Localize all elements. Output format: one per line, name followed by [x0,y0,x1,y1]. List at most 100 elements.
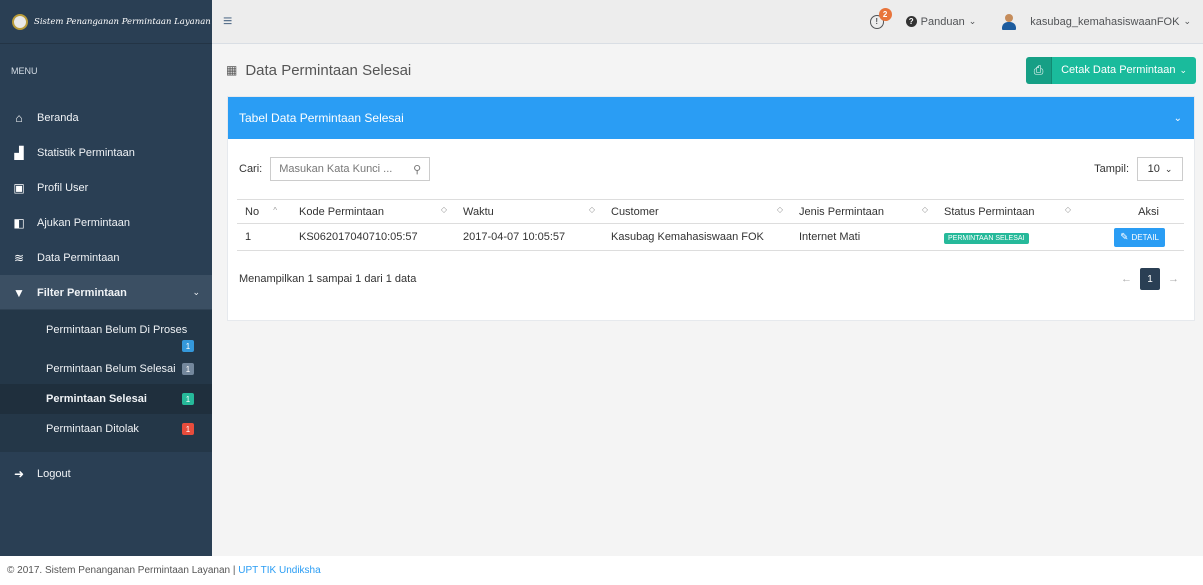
submenu-item-ditolak[interactable]: Permintaan Ditolak 1 [0,414,212,444]
filter-icon: ▼ [13,285,25,300]
page-button[interactable]: 1 [1140,268,1160,290]
page-size-control: Tampil: 10 ⌄ [1094,157,1183,181]
search-input[interactable]: Masukan Kata Kunci ... ⚲ [270,157,431,181]
submenu-item-belum-diproses[interactable]: Permintaan Belum Di Proses 1 [0,318,212,354]
submenu-item-label: Permintaan Belum Selesai [46,363,176,375]
footer-text: © 2017. Sistem Penanganan Permintaan Lay… [7,565,239,576]
cell-no: 1 [237,223,291,251]
logout-label: Logout [37,467,71,480]
detail-button[interactable]: ✎ DETAIL [1114,227,1165,247]
sidebar-item-label: Beranda [37,111,79,124]
column-header-jenis[interactable]: Jenis Permintaan ◇ [791,199,936,224]
table-icon: ▦ [226,63,238,77]
submenu-item-label: Permintaan Selesai [46,393,147,405]
user-menu[interactable]: kasubag_kemahasiswaanFOK ⌄ [1002,13,1191,30]
notification-badge: 2 [878,7,892,21]
page-title: Data Permintaan Selesai [245,61,412,79]
collapse-icon[interactable]: ⌄ [1174,113,1182,124]
chevron-down-icon: ⌄ [192,287,200,297]
cell-customer: Kasubag Kemahasiswaan FOK [603,223,791,251]
table-footer: Menampilkan 1 sampai 1 dari 1 data ← 1 → [228,251,1194,307]
edit-icon: ✎ [1120,231,1129,243]
chevron-down-icon: ⌄ [1179,64,1187,75]
next-page-icon[interactable]: → [1168,273,1179,285]
cell-waktu: 2017-04-07 10:05:57 [455,223,603,251]
page-size-select[interactable]: 10 ⌄ [1137,157,1183,181]
top-right-group: ! 2 ? Panduan ⌄ kasubag_kemahasiswaanFOK… [869,7,1191,30]
notification-symbol: ! [875,17,878,26]
table-info: Menampilkan 1 sampai 1 dari 1 data [239,273,417,285]
column-header-kode[interactable]: Kode Permintaan ◇ [291,199,455,224]
submenu-item-selesai[interactable]: Permintaan Selesai 1 [0,384,212,414]
prev-page-icon[interactable]: ← [1121,273,1132,285]
menu-toggle-icon[interactable]: ≡ [223,13,232,31]
brand[interactable]: Sistem Penanganan Permintaan Layanan [0,0,212,44]
footer-link[interactable]: UPT TIK Undiksha [238,565,320,576]
top-navbar: ≡ ! 2 ? Panduan ⌄ kasubag_kemahasiswaanF… [212,0,1203,44]
column-header-waktu[interactable]: Waktu ◇ [455,199,603,224]
table-row: 1 KS062017040710:05:57 2017-04-07 10:05:… [237,223,1184,251]
sidebar-item-data[interactable]: ≋ Data Permintaan [0,240,212,275]
count-badge: 1 [182,340,194,352]
bar-chart-icon: ▟ [14,145,24,160]
logout-link[interactable]: ➜ Logout [0,456,212,491]
count-badge: 1 [182,423,194,435]
sidebar: Sistem Penanganan Permintaan Layanan MEN… [0,0,212,556]
sidebar-item-label: Data Permintaan [37,251,120,264]
sidebar-item-statistik[interactable]: ▟ Statistik Permintaan [0,135,212,170]
user-avatar-icon [1002,13,1017,30]
chevron-down-icon: ⌄ [1164,163,1173,174]
print-icon[interactable]: ⎙ [1026,56,1053,84]
home-icon: ⌂ [15,110,23,125]
chevron-down-icon: ⌄ [1183,16,1191,26]
profile-icon: ▣ [13,180,25,195]
column-header-aksi: Aksi [1079,199,1184,224]
question-icon: ? [905,16,917,27]
logo-icon [12,13,28,30]
submenu-item-label: Permintaan Ditolak [46,423,139,435]
logout-icon: ➜ [13,466,25,481]
print-button-group: ⎙ Cetak Data Permintaan ⌄ [1026,56,1196,84]
sidebar-item-label: Filter Permintaan [37,286,127,299]
status-badge: PERMINTAAN SELESAI [944,233,1029,244]
request-icon: ◧ [13,215,25,230]
detail-label: DETAIL [1131,232,1159,242]
table-controls: Cari: Masukan Kata Kunci ... ⚲ Tampil: 1… [228,139,1194,199]
help-menu[interactable]: ? Panduan ⌄ [905,15,977,28]
sidebar-item-label: Profil User [37,181,89,194]
column-header-no[interactable]: No ^ [237,199,291,224]
menu-heading: MENU [11,66,38,76]
data-panel: Tabel Data Permintaan Selesai ⌄ Cari: Ma… [227,96,1195,321]
cell-aksi: ✎ DETAIL [1079,223,1184,251]
brand-title: Sistem Penanganan Permintaan Layanan [34,16,211,27]
page-header: ▦ Data Permintaan Selesai ⎙ Cetak Data P… [212,44,1203,96]
database-icon: ≋ [13,250,25,265]
panel-header: Tabel Data Permintaan Selesai ⌄ [228,97,1194,139]
sidebar-item-ajukan[interactable]: ◧ Ajukan Permintaan [0,205,212,240]
search-icon: ⚲ [413,163,422,176]
chevron-down-icon: ⌄ [968,16,977,26]
sidebar-item-profil[interactable]: ▣ Profil User [0,170,212,205]
submenu-item-label: Permintaan Belum Di Proses [46,324,188,336]
page-size-value: 10 [1147,163,1160,175]
page-size-label: Tampil: [1094,163,1129,175]
user-name: kasubag_kemahasiswaanFOK [1030,15,1180,28]
sidebar-item-label: Ajukan Permintaan [37,216,130,229]
column-header-customer[interactable]: Customer ◇ [603,199,791,224]
submenu-item-belum-selesai[interactable]: Permintaan Belum Selesai 1 [0,354,212,384]
cell-kode: KS062017040710:05:57 [291,223,455,251]
print-data-button[interactable]: Cetak Data Permintaan ⌄ [1052,56,1196,84]
search-placeholder: Masukan Kata Kunci ... [279,163,393,175]
notification-icon[interactable]: ! 2 [869,7,892,29]
page-footer: © 2017. Sistem Penanganan Permintaan Lay… [0,556,1203,585]
cell-status: PERMINTAAN SELESAI [936,223,1079,251]
cell-jenis: Internet Mati [791,223,936,251]
count-badge: 1 [182,393,194,405]
column-header-status[interactable]: Status Permintaan ◇ [936,199,1079,224]
sidebar-item-filter[interactable]: ▼ Filter Permintaan ⌄ [0,275,212,310]
data-table: No ^ Kode Permintaan ◇ Waktu ◇ Customer ◇ Je… [237,199,1184,251]
pagination: ← 1 → [1121,268,1179,290]
filter-submenu: Permintaan Belum Di Proses 1 Permintaan … [0,310,212,452]
help-label: Panduan [920,15,965,28]
sidebar-item-beranda[interactable]: ⌂ Beranda [0,100,212,135]
